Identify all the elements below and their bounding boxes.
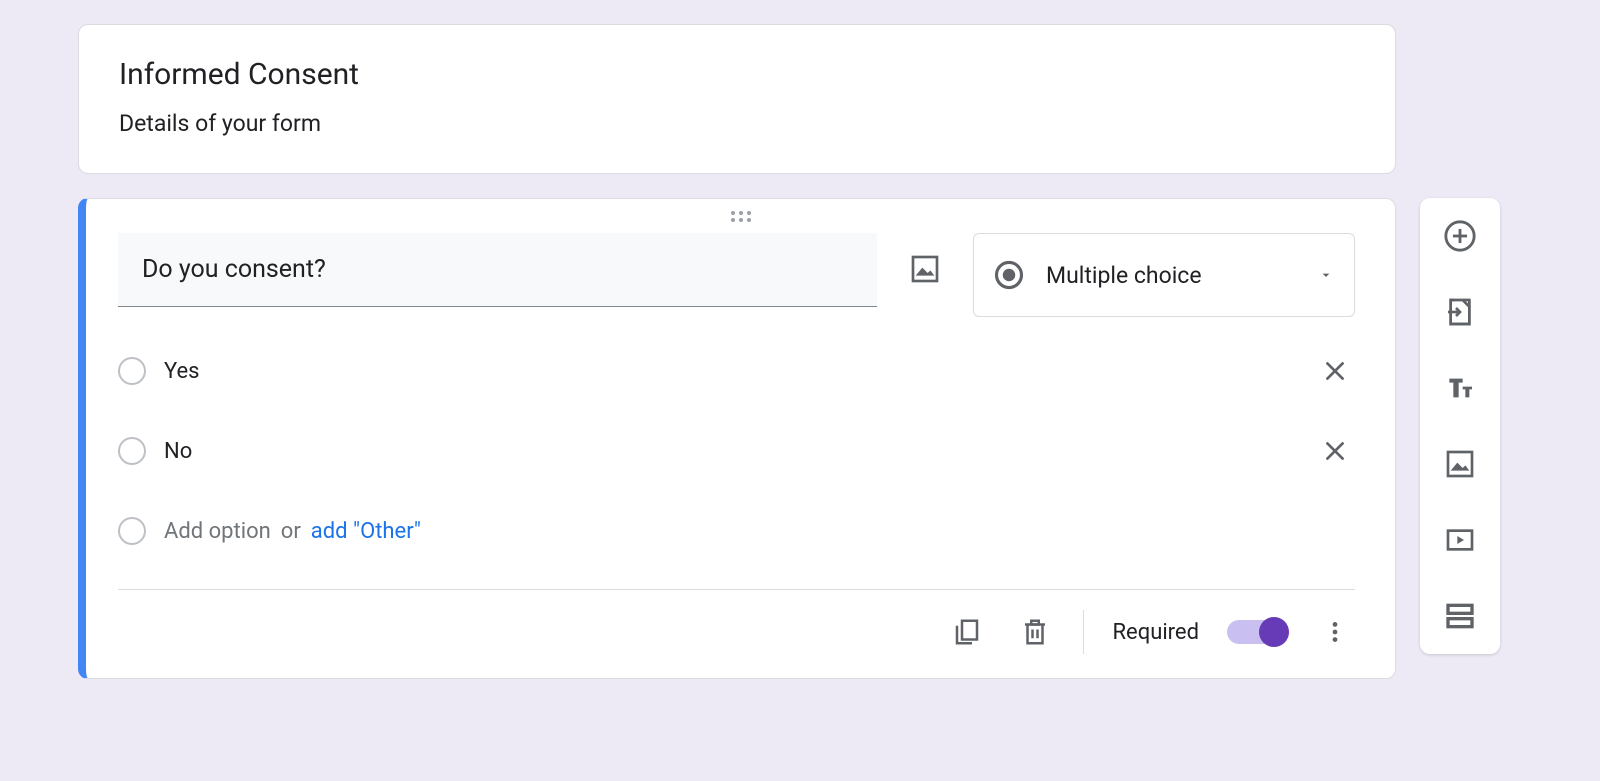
more-options-button[interactable] [1315,612,1355,652]
footer-divider [1083,610,1084,654]
radio-icon [994,260,1024,290]
question-footer: Required [118,589,1355,678]
remove-option-button[interactable] [1315,431,1355,471]
options-list: Yes No [86,317,1395,561]
radio-indicator-icon [118,437,146,465]
question-card: Multiple choice Yes [78,198,1396,679]
video-icon [1444,524,1476,556]
radio-indicator-icon [118,517,146,545]
import-icon [1444,296,1476,328]
trash-icon [1020,617,1050,647]
import-questions-button[interactable] [1440,292,1480,332]
radio-indicator-icon [118,357,146,385]
add-title-button[interactable] [1440,368,1480,408]
remove-option-button[interactable] [1315,351,1355,391]
question-text-input[interactable] [142,255,853,284]
drag-dots-icon [729,210,753,222]
required-label: Required [1112,620,1199,645]
image-icon [1444,448,1476,480]
add-question-button[interactable] [1440,216,1480,256]
delete-button[interactable] [1015,612,1055,652]
image-icon [909,253,941,285]
close-icon [1322,358,1348,384]
form-title[interactable]: Informed Consent [119,57,1355,92]
add-section-button[interactable] [1440,596,1480,636]
add-image-button[interactable] [1440,444,1480,484]
add-option-row: Add option or add "Other" [118,501,1355,561]
option-row: No [118,421,1355,481]
form-description[interactable]: Details of your form [119,110,1355,137]
more-vert-icon [1322,619,1348,645]
form-header-card: Informed Consent Details of your form [78,24,1396,174]
close-icon [1322,438,1348,464]
option-label[interactable]: Yes [164,359,1315,384]
option-row: Yes [118,341,1355,401]
add-option-button[interactable]: Add option [164,519,271,544]
drag-handle[interactable] [86,199,1395,225]
question-type-dropdown[interactable]: Multiple choice [973,233,1355,317]
duplicate-button[interactable] [947,612,987,652]
title-icon [1444,372,1476,404]
or-text: or [281,519,301,544]
add-circle-icon [1443,219,1477,253]
toggle-knob [1259,617,1289,647]
add-other-button[interactable]: add "Other" [311,519,421,544]
question-input-wrap [118,233,877,307]
side-toolbar [1420,198,1500,654]
section-icon [1444,600,1476,632]
option-label[interactable]: No [164,439,1315,464]
question-type-label: Multiple choice [1046,262,1318,289]
required-toggle[interactable] [1227,620,1287,644]
dropdown-arrow-icon [1318,267,1334,283]
add-image-button[interactable] [901,245,949,293]
duplicate-icon [952,617,982,647]
add-video-button[interactable] [1440,520,1480,560]
